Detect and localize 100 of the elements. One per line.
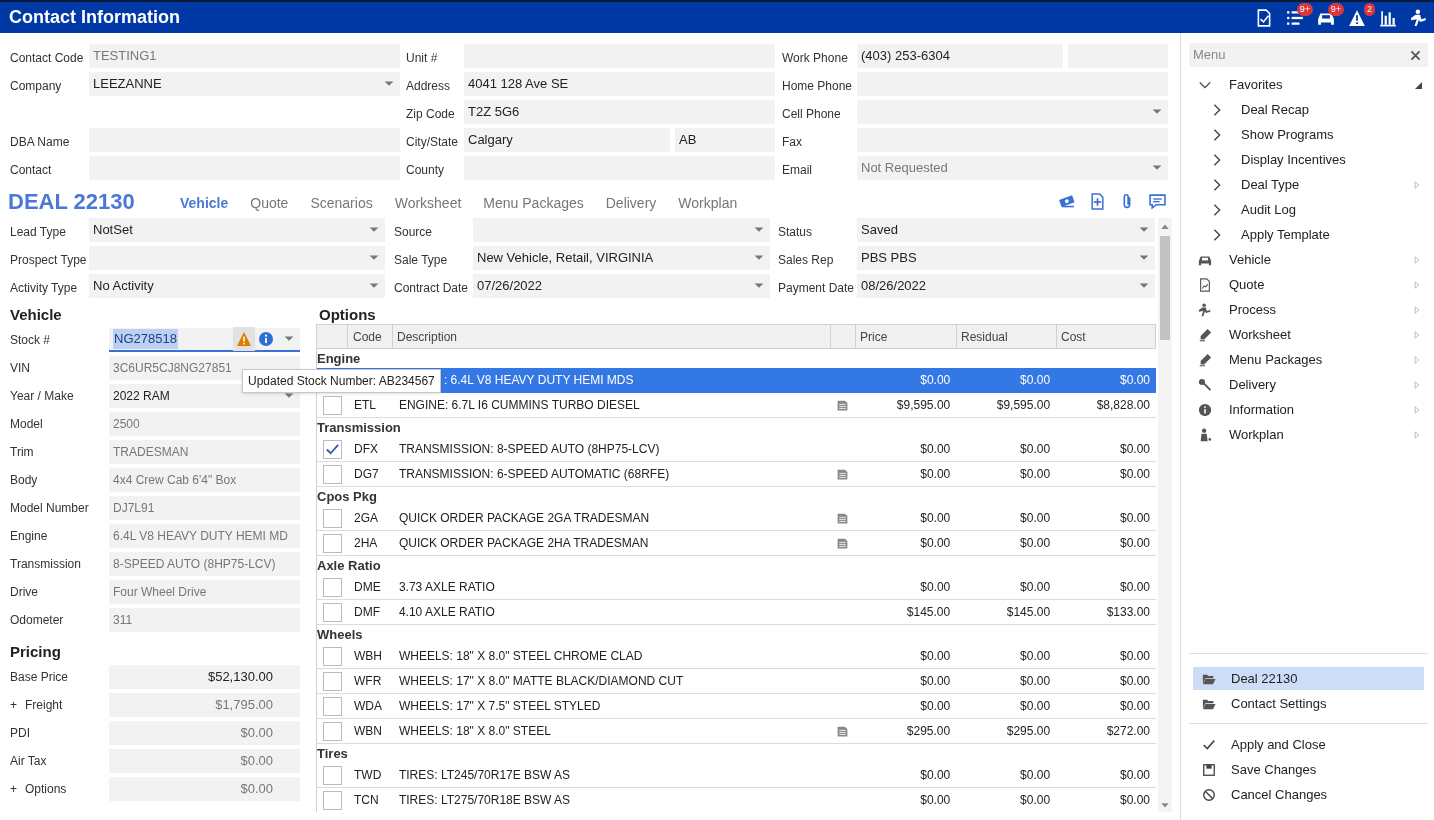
field-label: PDI — [10, 725, 30, 742]
table-cell-text: $0.00 — [1020, 510, 1051, 527]
plus-sign: + — [10, 697, 17, 714]
table-cell-text: $272.00 — [1106, 723, 1150, 740]
table-cell: WHEELS: 18" X 8.0" STEEL — [398, 724, 551, 738]
field-label: Stock # — [10, 332, 52, 349]
field-label: Drive — [10, 584, 39, 601]
group-label: Wheels — [317, 625, 364, 644]
field-label: Contact Code — [10, 50, 85, 67]
table-cell-text: $133.00 — [1106, 604, 1150, 621]
table-cell: TRANSMISSION: 8-SPEED AUTO (8HP75-LCV) — [398, 442, 660, 456]
table-cell-text: $0.00 — [920, 466, 951, 483]
field-label: Home Phone — [782, 78, 854, 95]
table-cell: TRANSMISSION: 6-SPEED AUTOMATIC (68RFE) — [398, 467, 670, 481]
table-cell-text: $0.00 — [1120, 673, 1150, 690]
field-label: Sales Rep — [778, 252, 835, 269]
table-cell: WBH — [353, 649, 382, 663]
table-cell: 2HA — [353, 536, 378, 550]
table-cell: WHEELS: 17" X 7.5" STEEL STYLED — [398, 699, 601, 713]
field-label: Trim — [10, 444, 35, 461]
table-cell-text: $0.00 — [1120, 767, 1150, 784]
table-cell-text: $9,595.00 — [896, 397, 951, 414]
table-cell: 2GA — [353, 511, 378, 525]
table-cell-text: $0.00 — [920, 535, 951, 552]
tooltip: Updated Stock Number: AB234567 — [242, 369, 441, 393]
field-label: Activity Type — [10, 280, 79, 297]
table-cell: : 6.4L V8 HEAVY DUTY HEMI MDS — [443, 373, 634, 387]
table-cell: QUICK ORDER PACKAGE 2HA TRADESMAN — [398, 536, 649, 550]
field-label: Options — [25, 781, 67, 798]
table-cell: WHEELS: 18" X 8.0" STEEL CHROME CLAD — [398, 649, 643, 663]
table-cell: WFR — [353, 674, 382, 688]
field-label: Prospect Type — [10, 252, 88, 269]
section-heading: Options — [319, 305, 377, 324]
field-label: Model Number — [10, 500, 90, 517]
table-cell: TWD — [353, 768, 382, 782]
field-label: Odometer — [10, 612, 65, 629]
field-label: Sale Type — [394, 252, 449, 269]
table-cell-text: $0.00 — [1120, 510, 1150, 527]
group-label: Tires — [317, 744, 349, 763]
field-label: Engine — [10, 528, 49, 545]
notification-badge: 2 — [1364, 2, 1375, 16]
window-title: Contact Information — [9, 6, 180, 29]
field-label: Address — [406, 78, 452, 95]
field-label: Email — [782, 162, 813, 179]
table-cell-text: $0.00 — [1020, 372, 1051, 389]
table-cell-text: $0.00 — [920, 372, 951, 389]
field-label: County — [406, 162, 446, 179]
group-label: Axle Ratio — [317, 556, 382, 575]
table-cell: QUICK ORDER PACKAGE 2GA TRADESMAN — [398, 511, 650, 525]
section-heading: Pricing — [10, 642, 62, 662]
table-cell: ENGINE: 6.7L I6 CUMMINS TURBO DIESEL — [398, 398, 640, 412]
table-cell: WBN — [353, 724, 382, 738]
table-cell-text: $0.00 — [920, 510, 951, 527]
table-cell-text: $0.00 — [1120, 441, 1150, 458]
table-cell-text: $0.00 — [1020, 648, 1051, 665]
table-cell: TIRES: LT245/70R17E BSW AS — [398, 768, 571, 782]
field-label: Body — [10, 472, 39, 489]
field-label: Zip Code — [406, 106, 456, 123]
group-label: Cpos Pkg — [317, 487, 378, 506]
table-cell: WDA — [353, 699, 382, 713]
field-label: Status — [778, 224, 814, 241]
field-label: Transmission — [10, 556, 82, 573]
field-label: Fax — [782, 134, 803, 151]
table-cell: TCN — [353, 793, 379, 807]
table-cell-text: $0.00 — [1020, 535, 1051, 552]
table-cell: DFX — [353, 442, 378, 456]
group-label: Engine — [317, 349, 362, 368]
table-cell-text: $0.00 — [1120, 648, 1150, 665]
table-cell-text: $0.00 — [1020, 767, 1051, 784]
field-label: DBA Name — [10, 134, 71, 151]
table-cell-text: $0.00 — [1120, 792, 1150, 809]
field-label: VIN — [10, 360, 31, 377]
field-label: Year / Make — [10, 388, 75, 405]
plus-sign: + — [10, 781, 17, 798]
table-cell-text: $0.00 — [1020, 441, 1051, 458]
table-cell: TIRES: LT275/70R18E BSW AS — [398, 793, 571, 807]
table-cell-text: $0.00 — [1120, 698, 1150, 715]
field-label: Work Phone — [782, 50, 849, 67]
table-cell-text: $0.00 — [920, 792, 951, 809]
table-cell-text: $0.00 — [920, 441, 951, 458]
table-cell-text: $0.00 — [920, 673, 951, 690]
table-cell-text: $0.00 — [1020, 466, 1051, 483]
field-label: Contract Date — [394, 280, 470, 297]
group-label: Transmission — [317, 418, 402, 437]
table-cell-text: $8,828.00 — [1096, 397, 1150, 414]
table-cell-text: $0.00 — [920, 698, 951, 715]
field-label: City/State — [406, 134, 460, 151]
section-heading: Vehicle — [10, 305, 63, 325]
table-cell: 3.73 AXLE RATIO — [398, 580, 495, 594]
notification-badge: 9+ — [1296, 2, 1313, 16]
field-label: Lead Type — [10, 224, 67, 241]
table-cell-text: $0.00 — [1020, 579, 1051, 596]
table-cell-text: $145.00 — [1006, 604, 1051, 621]
table-cell-text: $295.00 — [1006, 723, 1051, 740]
field-label: Company — [10, 78, 63, 95]
table-cell: ETL — [353, 398, 376, 412]
table-cell-text: $295.00 — [906, 723, 951, 740]
field-label: Air Tax — [10, 753, 47, 770]
table-cell-text: $0.00 — [1020, 698, 1051, 715]
field-label: Cell Phone — [782, 106, 842, 123]
